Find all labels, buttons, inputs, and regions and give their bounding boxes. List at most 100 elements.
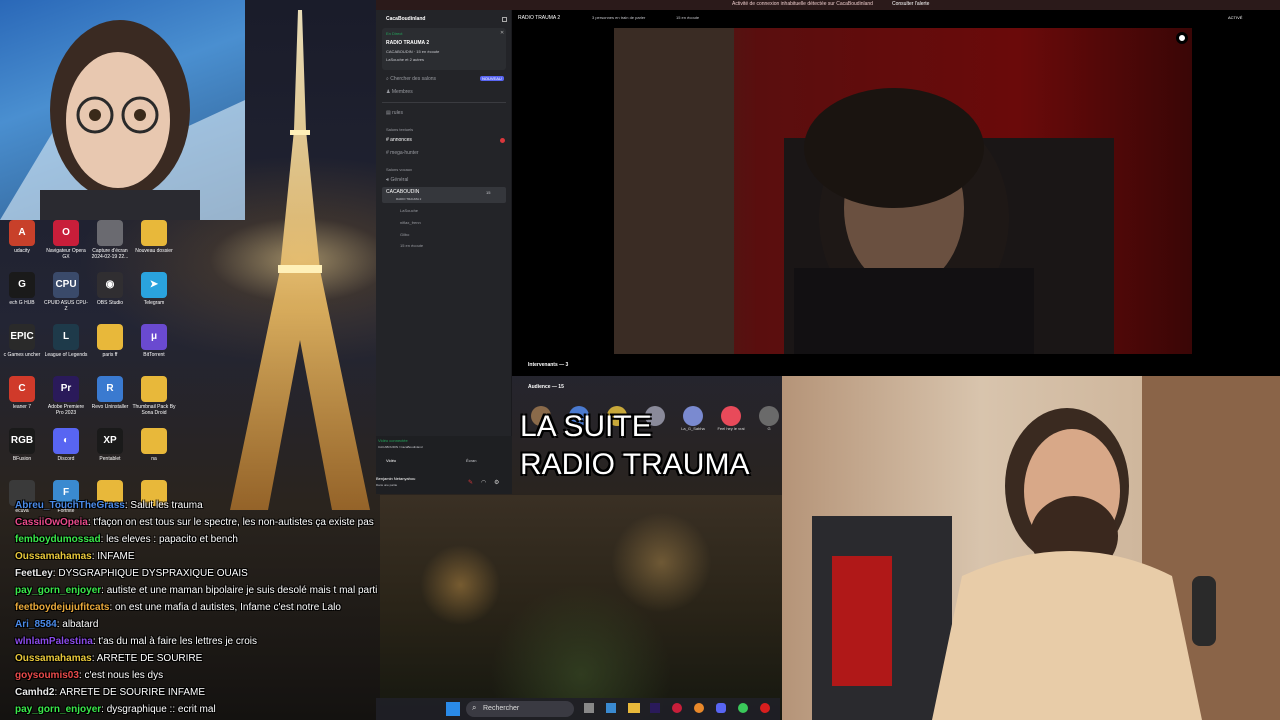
app-icon <box>97 220 123 246</box>
avatar <box>759 406 779 426</box>
search-icon: ⌕ <box>472 703 477 712</box>
desktop-icon[interactable]: L League of Legends <box>44 324 88 376</box>
category-text[interactable]: Salons textuels <box>386 127 413 132</box>
fullscreen-icon[interactable] <box>1176 32 1188 44</box>
desktop-icon[interactable]: Thumbnail Pack By Sona Droid <box>132 376 176 428</box>
app-icon: G <box>9 272 35 298</box>
chat-username: wlnlamPalestina <box>15 636 93 647</box>
voice-status-panel: En Direct RADIO TRAUMA 2 CACABOUDIN · 15… <box>382 28 506 70</box>
windows-taskbar: ⌕ Rechercher <box>376 698 780 720</box>
chat-username: FeetLey <box>15 568 53 579</box>
alert-bar: Activité de connexion inhabituelle détec… <box>376 0 1280 10</box>
channel-annonces[interactable]: # annonces <box>386 137 412 143</box>
channel-general[interactable]: 🔊︎ Général <box>386 177 408 183</box>
desktop-icon[interactable]: Capture d'écran 2024-02-19 22... <box>88 220 132 272</box>
app-icon: RGB <box>9 428 35 454</box>
browse-channels[interactable]: ⌕ Chercher des salons <box>386 76 436 82</box>
mic-muted-icon[interactable]: ✎ <box>468 479 473 486</box>
stage-channel[interactable]: CACABOUDIN RADIO TRAUMA 2 15 <box>382 187 506 203</box>
chat-text: c'est nous les dys <box>84 670 164 681</box>
taskview-icon[interactable] <box>584 703 594 713</box>
start-icon[interactable] <box>446 702 460 716</box>
streamer-webcam-main <box>782 376 1280 720</box>
premiere-icon[interactable] <box>650 703 660 713</box>
channel-rules[interactable]: ▤ rules <box>386 110 403 116</box>
desktop-icon[interactable]: O Navigateur Opera GX <box>44 220 88 272</box>
app-icon <box>141 220 167 246</box>
app-icon: ◐ <box>53 428 79 454</box>
channel-mega-hunter[interactable]: # mega-hunter <box>386 150 419 156</box>
live-status: En Direct <box>386 31 403 36</box>
voice-members: LaSouche et 2 autres <box>386 57 425 62</box>
desktop-icon[interactable]: R Revo Uninstaller <box>88 376 132 428</box>
desktop-icon-label: OBS Studio <box>96 300 124 306</box>
chat-text: ARRETE DE SOURIRE <box>96 653 203 664</box>
opera-icon[interactable] <box>672 703 682 713</box>
discord-icon[interactable] <box>716 703 726 713</box>
screen-button[interactable]: Écran <box>466 458 476 463</box>
chat-username: feetboydejujufitcats <box>15 602 110 613</box>
desktop-icon-label: Capture d'écran 2024-02-19 22... <box>91 248 129 260</box>
speaker-video[interactable] <box>614 28 1192 354</box>
desktop-icon[interactable]: CPU CPUID ASUS CPU-Z <box>44 272 88 324</box>
app-icon: CPU <box>53 272 79 298</box>
desktop-icon[interactable]: Audacity <box>0 220 44 272</box>
desktop-icon[interactable]: ◐ Discord <box>44 428 88 480</box>
app-icon: R <box>97 376 123 402</box>
stage-sub: RADIO TRAUMA 2 <box>396 197 422 201</box>
desktop-icon[interactable]: XP Pentablet <box>88 428 132 480</box>
audience-member[interactable]: G <box>752 406 786 431</box>
app-icon[interactable] <box>760 703 770 713</box>
chat-message: Abreu_TouchTheGrass: Salut les trauma <box>15 500 203 511</box>
desktop-icon[interactable]: RGB BFusion <box>0 428 44 480</box>
desktop-icon-label: BitTorrent <box>143 352 165 358</box>
chrome-icon[interactable] <box>738 703 748 713</box>
user-name[interactable]: Benjamin Netanyahou <box>376 476 415 481</box>
desktop-icon[interactable]: μ BitTorrent <box>132 324 176 376</box>
app-icon: C <box>9 376 35 402</box>
app-icon[interactable] <box>694 703 704 713</box>
paris-city-lights <box>380 495 782 720</box>
desktop-icon[interactable]: paris ff <box>88 324 132 376</box>
desktop-icon-label: udacity <box>14 248 30 254</box>
desktop-icon[interactable]: Nouveau dossier <box>132 220 176 272</box>
chat-username: femboydumossad <box>15 534 101 545</box>
desktop-icon[interactable]: ◉ OBS Studio <box>88 272 132 324</box>
close-icon[interactable]: ✕ <box>500 30 504 36</box>
streamer-webcam-topleft <box>0 0 245 220</box>
discord-sidebar: CacaBoudinland En Direct RADIO TRAUMA 2 … <box>376 10 512 494</box>
app-icon[interactable] <box>606 703 616 713</box>
chat-text: les eleves : papacito et bench <box>106 534 238 545</box>
taskbar-search[interactable]: ⌕ Rechercher <box>466 701 574 717</box>
stage-user[interactable]: Gilbo <box>400 232 409 237</box>
settings-icon[interactable]: ⚙ <box>494 479 499 486</box>
desktop-icon[interactable]: na <box>132 428 176 480</box>
voice-sub: CACABOUDIN · 15 en écoute <box>386 49 440 54</box>
desktop-icon[interactable]: Pr Adobe Premiere Pro 2023 <box>44 376 88 428</box>
chat-username: pay_gorn_enjoyer <box>15 704 102 715</box>
desktop-icon[interactable]: Gech G HUB <box>0 272 44 324</box>
invite-icon[interactable] <box>502 17 507 22</box>
video-button[interactable]: Vidéo <box>386 458 396 463</box>
stage-user[interactable]: niflax_frenn <box>400 220 421 225</box>
desktop-icon[interactable]: EPIC c Games uncher <box>0 324 44 376</box>
headset-icon[interactable]: ◠ <box>481 479 486 486</box>
chat-username: Oussamahamas <box>15 653 92 664</box>
desktop-icon[interactable]: ➤ Telegram <box>132 272 176 324</box>
desktop-icon-label: Adobe Premiere Pro 2023 <box>47 404 85 416</box>
stage-label: CACABOUDIN <box>386 189 420 195</box>
stage-user[interactable]: LaSouche <box>400 208 418 213</box>
desktop-icon[interactable]: Cleaner 7 <box>0 376 44 428</box>
chat-message: feetboydejujufitcats: on est une mafia d… <box>15 602 341 613</box>
category-voice[interactable]: Salons vocaux <box>386 167 412 172</box>
alert-action-link[interactable]: Consulter l'alerte <box>892 1 929 7</box>
members-link[interactable]: ♟ Membres <box>386 89 413 95</box>
title-line2: RADIO TRAUMA <box>520 448 750 481</box>
server-name[interactable]: CacaBoudinland <box>386 16 425 22</box>
desktop-icon-label: Revo Uninstaller <box>91 404 129 410</box>
chat-overlay: Abreu_TouchTheGrass: Salut les trauma Cas… <box>0 500 430 720</box>
audience-name: G <box>767 426 771 431</box>
voice-title: RADIO TRAUMA 2 <box>386 40 430 46</box>
desktop-icon-label: League of Legends <box>44 352 88 358</box>
explorer-icon[interactable] <box>628 703 640 713</box>
